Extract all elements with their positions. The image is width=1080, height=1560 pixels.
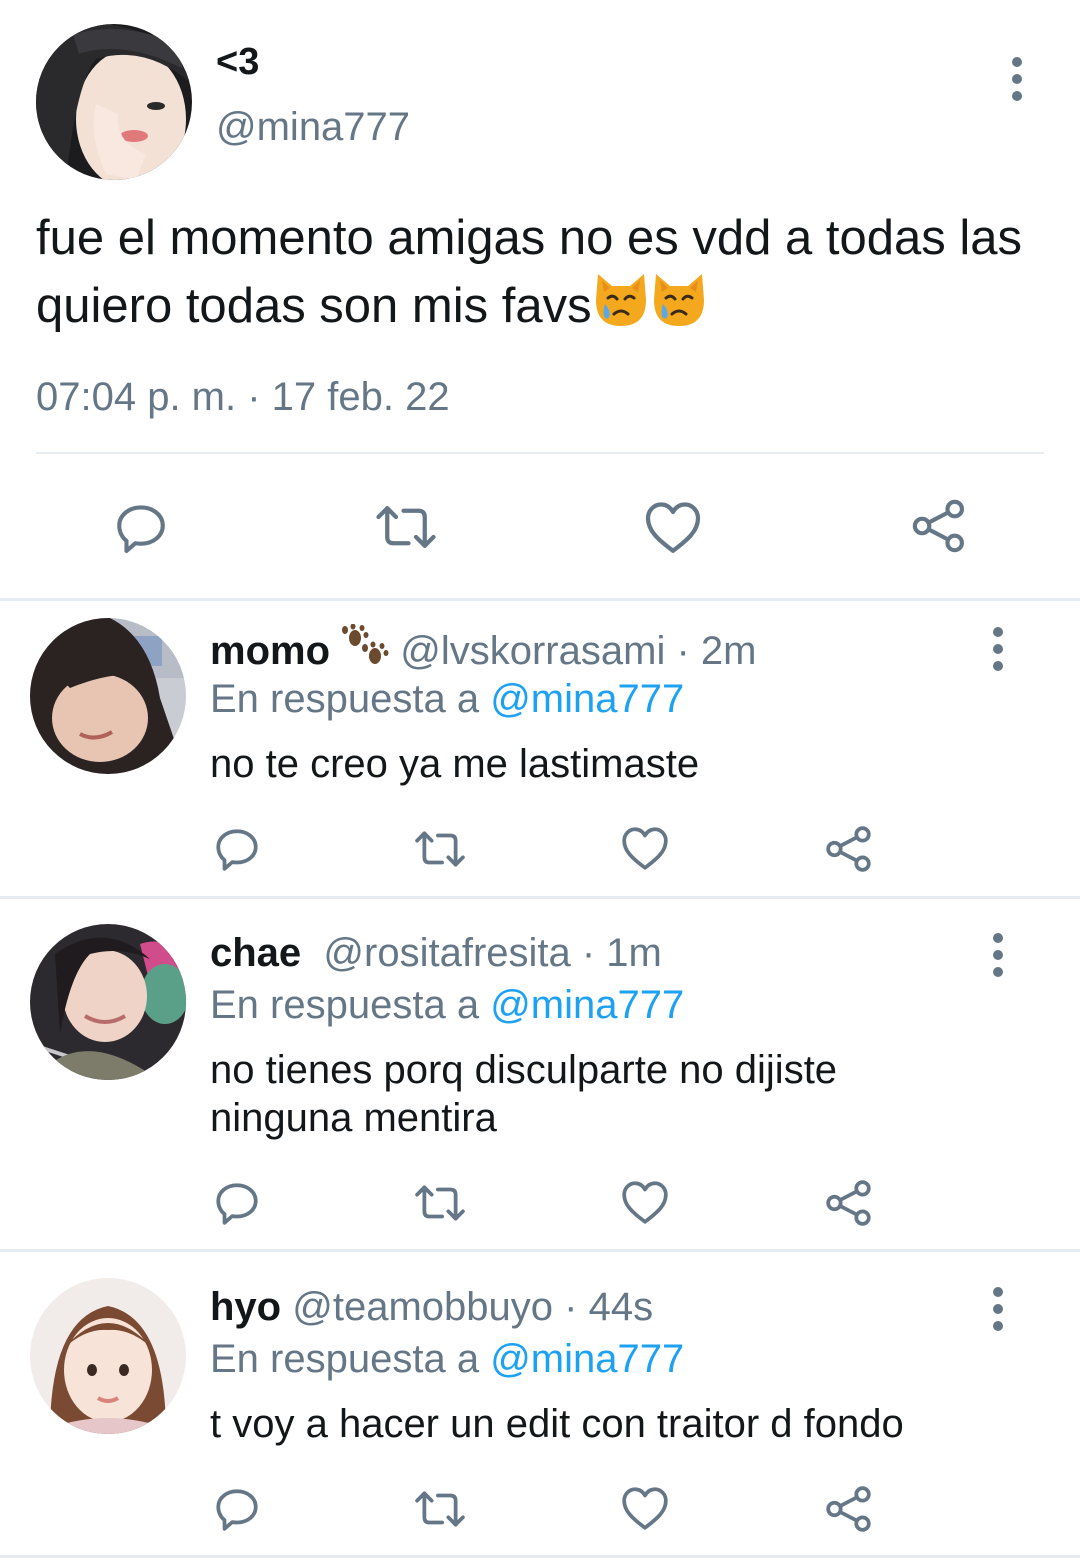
more-options-icon[interactable] [992,1287,1004,1331]
main-tweet-text: fue el momento amigas no es vdd a todas … [36,206,1046,344]
reply-display-name[interactable]: momo [210,629,330,673]
reply-icon[interactable] [112,499,170,557]
reply-context: En respuesta a @mina777 [210,1336,684,1382]
reply-icon[interactable] [212,824,262,874]
reply-context-mention[interactable]: @mina777 [490,983,684,1027]
share-icon[interactable] [824,824,874,874]
like-heart-icon[interactable] [620,825,670,871]
reply-context-prefix: En respuesta a [210,1337,480,1381]
paw-prints-emoji-icon [341,623,389,678]
reply-text: no te creo ya me lastimaste [210,740,699,788]
reply-text-line: no tienes porq disculparte no dijiste [210,1048,838,1092]
like-heart-icon[interactable] [620,1485,670,1531]
reply-context-mention[interactable]: @mina777 [490,677,684,721]
reply-avatar[interactable] [30,924,186,1080]
more-options-icon[interactable] [992,933,1004,977]
reply-text-line: no te creo ya me lastimaste [210,742,700,786]
section-divider [0,598,1080,601]
crying-cat-emoji-icon [592,270,650,344]
more-options-icon[interactable] [992,627,1004,671]
reply-header: chae @rositafresita · 1m [210,930,662,976]
reply-handle[interactable]: @lvskorrasami [400,629,665,673]
reply-avatar[interactable] [30,1278,186,1434]
reply-text: t voy a hacer un edit con traitor d fond… [210,1400,904,1448]
share-icon[interactable] [824,1178,874,1228]
section-divider [0,1555,1080,1558]
reply-text: no tienes porq disculparte no dijiste ni… [210,1046,837,1142]
reply-time: · 1m [581,931,662,975]
reply-text-line: ninguna mentira [210,1096,497,1140]
reply-display-name[interactable]: hyo [210,1285,281,1329]
main-avatar[interactable] [36,24,192,180]
retweet-icon[interactable] [412,824,468,874]
like-heart-icon[interactable] [620,1179,670,1225]
reply-time: · 2m [676,629,757,673]
main-tweet-text-content: fue el momento amigas no es vdd a todas … [36,211,1023,333]
more-options-icon[interactable] [1011,57,1023,101]
crying-cat-emoji-icon [650,270,708,344]
reply-context: En respuesta a @mina777 [210,676,684,722]
retweet-icon[interactable] [412,1178,468,1228]
share-icon[interactable] [824,1484,874,1534]
reply-header: hyo @teamobbuyo · 44s [210,1284,653,1330]
reply-icon[interactable] [212,1484,262,1534]
like-heart-icon[interactable] [643,499,703,555]
reply-text-line: t voy a hacer un edit con traitor d fond… [210,1402,904,1446]
main-action-divider [36,452,1044,454]
section-divider [0,1249,1080,1252]
reply-handle[interactable]: @teamobbuyo [292,1285,553,1329]
reply-context-mention[interactable]: @mina777 [490,1337,684,1381]
retweet-icon[interactable] [412,1484,468,1534]
main-display-name: <3 [216,41,260,83]
reply-context: En respuesta a @mina777 [210,982,684,1028]
reply-icon[interactable] [212,1178,262,1228]
reply-context-prefix: En respuesta a [210,983,480,1027]
main-handle[interactable]: @mina777 [216,104,410,150]
reply-handle[interactable]: @rositafresita [323,931,570,975]
reply-display-name[interactable]: chae [210,931,301,975]
section-divider [0,896,1080,899]
retweet-icon[interactable] [373,497,439,557]
reply-avatar[interactable] [30,618,186,774]
reply-header: momo @lvskorrasami · 2m [210,623,757,678]
reply-context-prefix: En respuesta a [210,677,480,721]
share-icon[interactable] [910,497,968,555]
reply-time: · 44s [564,1285,654,1329]
main-timestamp: 07:04 p. m. · 17 feb. 22 [36,375,450,419]
